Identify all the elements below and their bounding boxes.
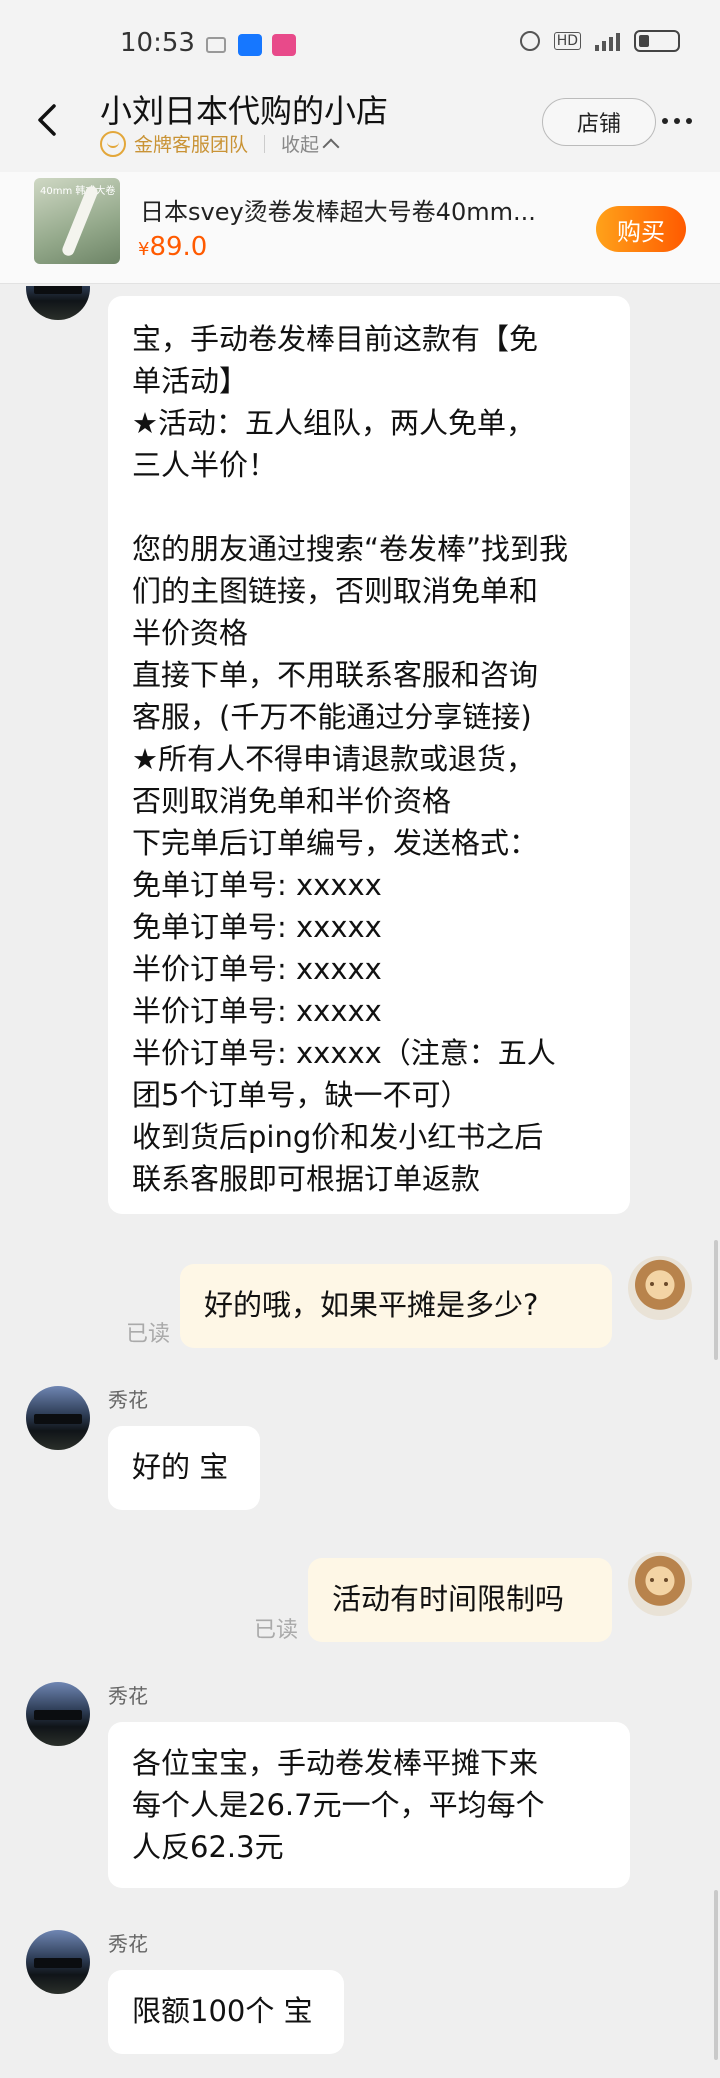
back-button[interactable] (30, 98, 70, 142)
more-icon-dot (662, 118, 668, 124)
thumb-label: 40mm 韩式大卷 (40, 186, 116, 197)
product-price: ¥89.0 (138, 232, 207, 262)
app-icon (272, 34, 296, 56)
status-bar: 10:53 HD (0, 0, 720, 72)
gold-service-icon (100, 130, 126, 157)
status-right-icons: HD (519, 30, 680, 52)
buy-button[interactable]: 购买 (596, 206, 686, 252)
user-avatar[interactable] (628, 1256, 692, 1320)
message-bubble[interactable]: 宝，手动卷发棒目前这款有【免 单活动】 ★活动：五人组队，两人免单， 三人半价！… (108, 296, 630, 1214)
alipay-icon (238, 34, 262, 56)
sender-name: 秀花 (108, 1388, 148, 1412)
more-icon-dot (674, 118, 680, 124)
product-title[interactable]: 日本svey烫卷发棒超大号卷40mm... (140, 192, 560, 227)
collapse-toggle[interactable]: 收起 (281, 130, 340, 157)
sender-name: 秀花 (108, 1684, 148, 1708)
seller-avatar[interactable] (26, 1930, 90, 1994)
shop-subtitle-row: 金牌客服团队 收起 (100, 130, 340, 157)
status-time: 10:53 (120, 28, 195, 58)
chevron-left-icon (38, 104, 56, 136)
chevron-up-icon (322, 138, 340, 155)
product-card[interactable]: 40mm 韩式大卷 日本svey烫卷发棒超大号卷40mm... ¥89.0 购买 (0, 172, 720, 284)
service-badge: 金牌客服团队 (134, 134, 249, 156)
price-currency: ¥ (138, 239, 150, 260)
more-icon-dot (686, 118, 692, 124)
store-button[interactable]: 店铺 (542, 98, 656, 146)
message-bubble[interactable]: 各位宝宝，手动卷发棒平摊下来 每个人是26.7元一个，平均每个 人反62.3元 (108, 1722, 630, 1888)
hd-icon: HD (553, 32, 581, 50)
seller-avatar[interactable] (26, 1682, 90, 1746)
scrollbar[interactable] (714, 1240, 718, 1360)
message-bubble[interactable]: 好的 宝 (108, 1426, 260, 1510)
message-bubble[interactable]: 限额100个 宝 (108, 1970, 344, 2054)
scrollbar[interactable] (714, 1890, 718, 2060)
collapse-label: 收起 (281, 134, 320, 156)
seller-avatar[interactable] (26, 1386, 90, 1450)
alarm-icon (519, 31, 540, 51)
read-status: 已读 (126, 1322, 171, 1347)
user-avatar[interactable] (628, 1552, 692, 1616)
message-bubble-outgoing[interactable]: 好的哦，如果平摊是多少? (180, 1264, 612, 1348)
chat-header: 小刘日本代购的小店 金牌客服团队 收起 店铺 (0, 72, 720, 172)
product-thumbnail[interactable]: 40mm 韩式大卷 (34, 178, 120, 264)
nfc-icon (206, 37, 226, 53)
shop-title: 小刘日本代购的小店 (100, 92, 389, 130)
more-options-button[interactable] (662, 118, 692, 124)
read-status: 已读 (254, 1618, 299, 1643)
battery-icon (634, 30, 680, 52)
divider (264, 134, 266, 153)
signal-icon (595, 31, 620, 51)
sender-name: 秀花 (108, 1932, 148, 1956)
price-value: 89.0 (149, 232, 208, 262)
message-bubble-outgoing[interactable]: 活动有时间限制吗 (308, 1558, 612, 1642)
